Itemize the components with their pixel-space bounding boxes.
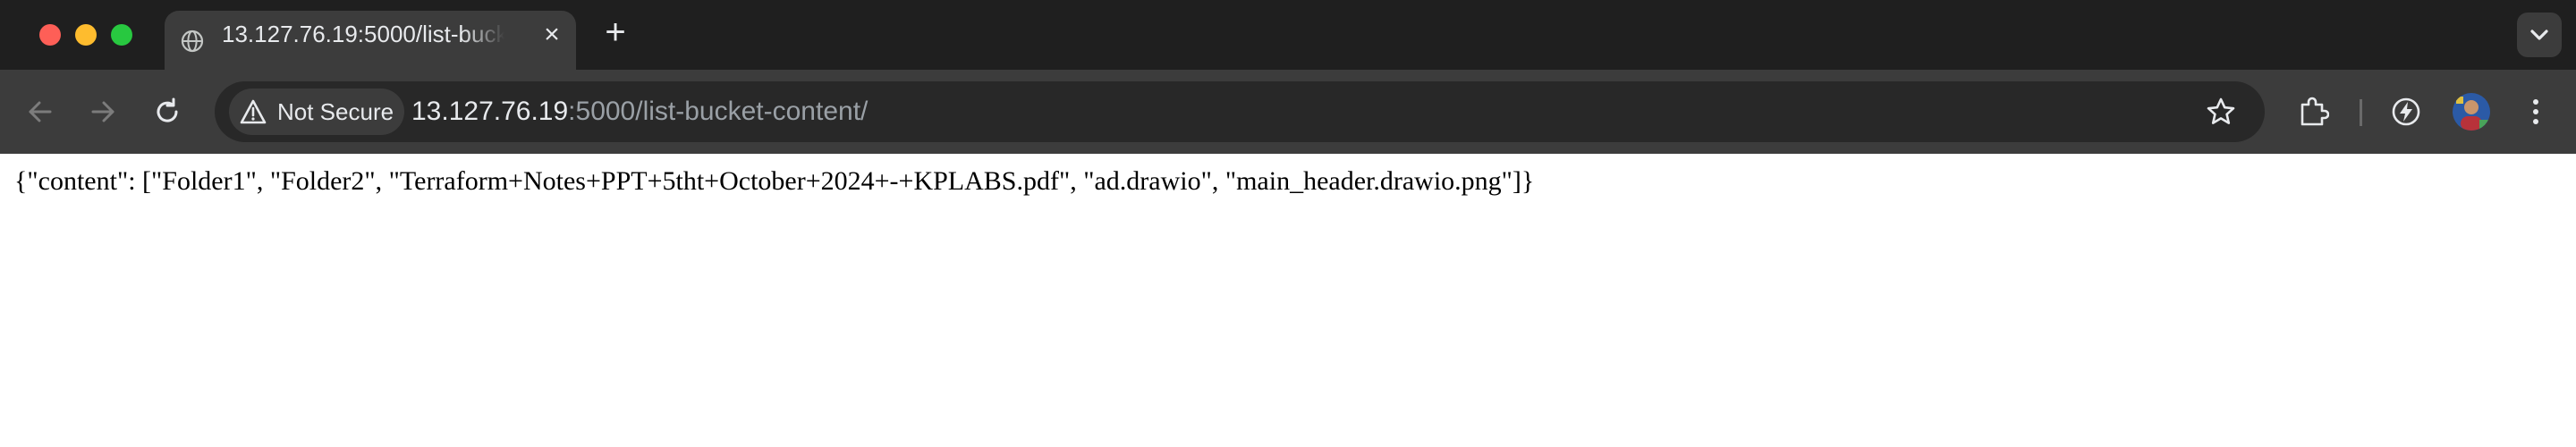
url-host: 13.127.76.19 [411,97,569,126]
arrow-left-icon[interactable] [23,95,57,129]
performance-icon[interactable] [2390,96,2422,128]
browser-toolbar: Not Secure 13.127.76.19:5000/list-bucket… [0,70,2576,154]
star-icon[interactable] [2206,97,2236,127]
profile-avatar[interactable] [2453,93,2490,131]
browser-chrome: 13.127.76.19:5000/list-bucket-content/ ×… [0,0,2576,154]
address-bar[interactable]: Not Secure 13.127.76.19:5000/list-bucket… [215,81,2265,142]
globe-icon [181,30,204,53]
toolbar-divider [2360,99,2362,126]
site-info-button[interactable]: Not Secure [229,89,404,135]
tab-active[interactable]: 13.127.76.19:5000/list-bucket-content/ × [165,11,576,70]
chevron-down-icon [2530,30,2548,40]
tab-strip: 13.127.76.19:5000/list-bucket-content/ ×… [0,0,2576,70]
window-maximize-button[interactable] [111,24,132,46]
avatar-image [2453,93,2490,131]
reload-icon[interactable] [150,95,184,129]
url-path: :5000/list-bucket-content/ [568,97,869,126]
json-response-text: {"content": ["Folder1", "Folder2", "Terr… [14,166,1535,196]
security-label: Not Secure [277,98,394,125]
window-close-button[interactable] [39,24,61,46]
tab-close-icon[interactable]: × [538,21,565,48]
window-minimize-button[interactable] [75,24,97,46]
tab-title: 13.127.76.19:5000/list-bucket-content/ [222,21,504,47]
tab-search-button[interactable] [2517,13,2562,57]
url-text[interactable]: 13.127.76.19:5000/list-bucket-content/ [411,81,868,142]
puzzle-icon[interactable] [2297,96,2329,128]
warning-icon [240,99,267,124]
new-tab-button[interactable]: + [599,14,631,50]
kebab-menu-icon[interactable] [2526,96,2546,128]
arrow-right-icon[interactable] [86,95,120,129]
